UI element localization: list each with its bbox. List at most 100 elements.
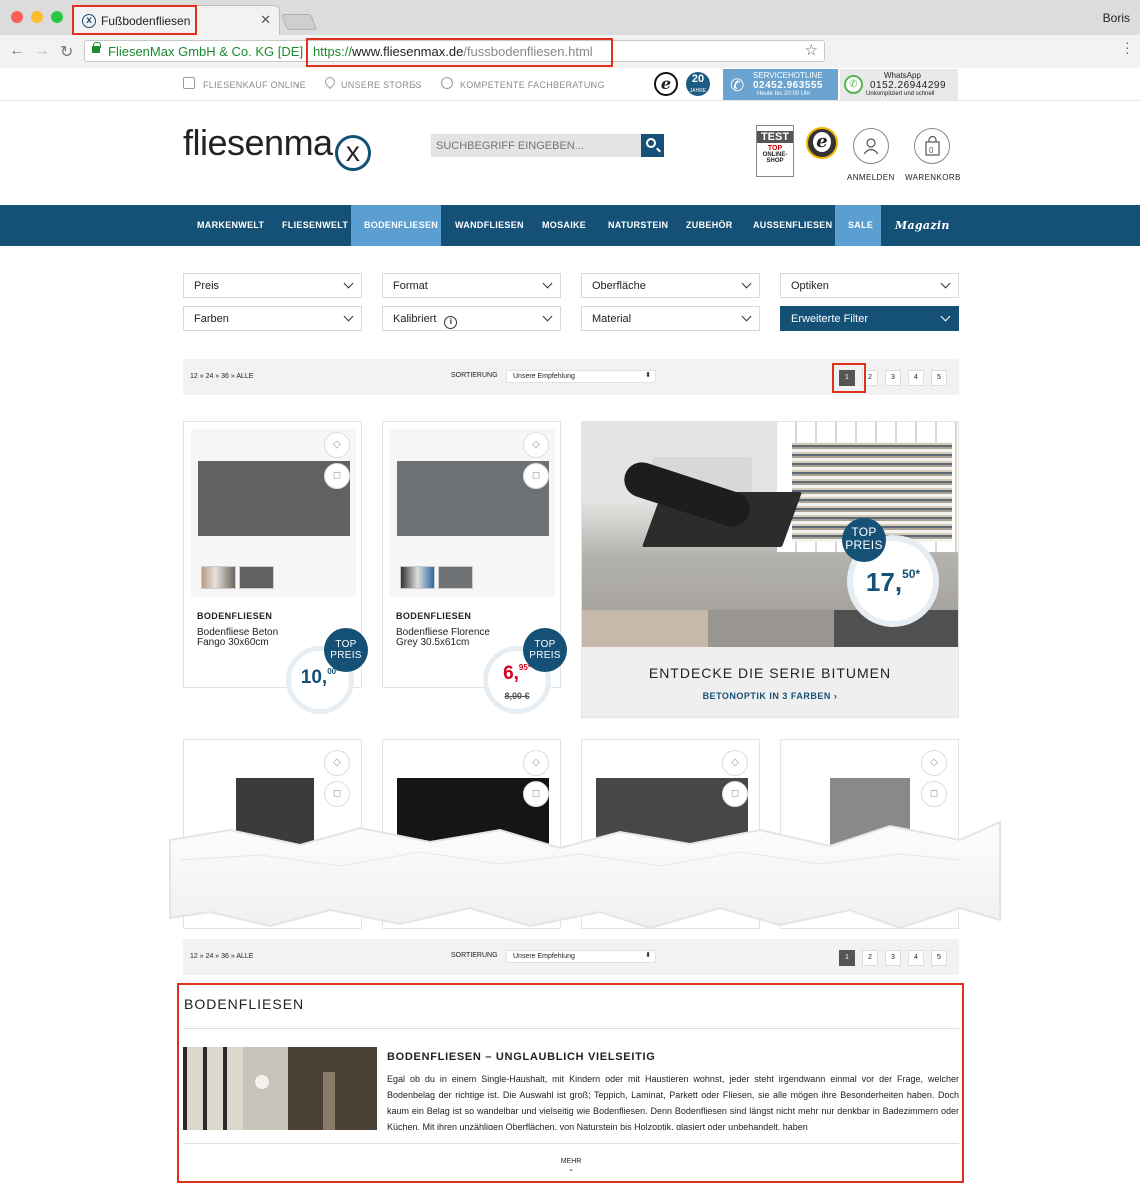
cart-button[interactable]: 0 <box>914 128 950 164</box>
product-card[interactable]: ◇ ◻ BODENFLIESEN Bodenfliese Beton Fango… <box>183 421 368 714</box>
maximize-window-button[interactable] <box>51 11 63 23</box>
filter-label: Preis <box>194 280 220 292</box>
info-icon[interactable]: i <box>444 316 458 329</box>
product-category: BODENFLIESEN <box>197 611 273 621</box>
sample-tag-icon[interactable]: ◇ <box>324 432 350 458</box>
lamp <box>255 1075 269 1089</box>
product-name[interactable]: Bodenfliese Beton Fango 30x60cm <box>197 628 297 648</box>
more-button[interactable]: MEHR ⌄ <box>551 1158 591 1173</box>
page-5[interactable]: 5 <box>931 370 947 386</box>
sample-tag-icon[interactable]: ◇ <box>324 750 350 776</box>
close-window-button[interactable] <box>11 11 23 23</box>
filter-oberflaeche[interactable]: Oberfläche <box>581 273 760 298</box>
filter-format[interactable]: Format <box>382 273 561 298</box>
thumbnail-tile[interactable] <box>239 566 274 589</box>
filter-preis[interactable]: Preis <box>183 273 362 298</box>
minimize-window-button[interactable] <box>31 11 43 23</box>
browser-tab[interactable]: x Fußbodenfliesen ✕ <box>72 5 280 35</box>
divider <box>183 1143 959 1144</box>
topbar-link-beratung[interactable]: KOMPETENTE FACHBERATUNG <box>460 80 605 90</box>
nav-wandfliesen[interactable]: WANDFLIESEN <box>455 205 524 246</box>
page-2[interactable]: 2 <box>862 950 878 966</box>
browser-user[interactable]: Boris <box>1103 11 1130 25</box>
nav-naturstein[interactable]: NATURSTEIN <box>608 205 668 246</box>
nav-mosaike[interactable]: MOSAIKE <box>542 205 586 246</box>
sort-select[interactable]: Unsere Empfehlung ⬍ <box>506 950 656 963</box>
promo-bitumen[interactable]: 17,50* TOP PREIS ENTDECKE DIE SERIE BITU… <box>581 421 959 718</box>
chevron-down-icon <box>741 278 752 289</box>
filter-label: Farben <box>194 313 229 325</box>
sort-value: Unsere Empfehlung <box>513 953 575 960</box>
promo-subtitle-text: BETONOPTIK IN 3 FARBEN <box>702 691 831 701</box>
promo-subtitle[interactable]: BETONOPTIK IN 3 FARBEN › <box>582 691 958 701</box>
sample-tag-icon[interactable]: ◇ <box>523 750 549 776</box>
topbar-link-stores[interactable]: UNSERE STORES <box>341 80 422 90</box>
nav-bodenfliesen[interactable]: BODENFLIESEN <box>351 205 441 246</box>
service-hotline[interactable]: ✆ SERVICEHOTLINE 02452.963555 Heute bis … <box>723 69 838 100</box>
thumbnail-room[interactable] <box>201 566 236 589</box>
search-button[interactable] <box>641 134 664 157</box>
nav-aussenfliesen[interactable]: AUSSENFLIESEN <box>753 205 832 246</box>
sample-tag-icon[interactable]: ◇ <box>523 432 549 458</box>
chevron-right-icon: › <box>413 80 417 90</box>
page-1[interactable]: 1 <box>839 370 855 386</box>
chevron-down-icon <box>542 311 553 322</box>
login-label[interactable]: ANMELDEN <box>847 173 895 182</box>
menu-kebab-icon[interactable]: · · · <box>1125 35 1131 59</box>
seo-image <box>183 1047 377 1130</box>
page-5[interactable]: 5 <box>931 950 947 966</box>
filter-kalibriert[interactable]: Kalibriert i <box>382 306 561 331</box>
promo-title[interactable]: ENTDECKE DIE SERIE BITUMEN <box>582 665 958 681</box>
sample-tag-icon[interactable]: ◇ <box>722 750 748 776</box>
cart-label[interactable]: WARENKORB <box>905 173 961 182</box>
filter-optiken[interactable]: Optiken <box>780 273 959 298</box>
thumbnail-room[interactable] <box>400 566 435 589</box>
close-tab-icon[interactable]: ✕ <box>260 12 271 28</box>
test-seal-label: TEST <box>757 131 793 143</box>
logo-x-icon: x <box>334 135 371 171</box>
page-3[interactable]: 3 <box>885 370 901 386</box>
sample-tag-icon[interactable]: ◇ <box>921 750 947 776</box>
filter-erweitert[interactable]: Erweiterte Filter <box>780 306 959 331</box>
page-2[interactable]: 2 <box>862 370 878 386</box>
topbar-link-online[interactable]: FLIESENKAUF ONLINE <box>203 80 306 90</box>
bookmark-star-icon[interactable]: ☆ <box>805 41 818 59</box>
login-button[interactable] <box>853 128 889 164</box>
page-4[interactable]: 4 <box>908 950 924 966</box>
nav-markenwelt[interactable]: MARKENWELT <box>197 205 264 246</box>
new-tab-button[interactable] <box>281 14 317 30</box>
page-1[interactable]: 1 <box>839 950 855 966</box>
per-page-selector[interactable]: 12 » 24 » 36 » ALLE <box>190 373 253 380</box>
per-page-selector[interactable]: 12 » 24 » 36 » ALLE <box>190 953 253 960</box>
add-to-cart-icon[interactable]: ◻ <box>324 463 350 489</box>
seo-title: BODENFLIESEN <box>184 996 305 1012</box>
whatsapp-contact[interactable]: ✆ WhatsApp 0152.26944299 Unkompliziert u… <box>840 69 958 100</box>
whatsapp-icon: ✆ <box>844 75 863 94</box>
test-seal: TEST TOP ONLINE-SHOP <box>756 125 794 177</box>
page-3[interactable]: 3 <box>885 950 901 966</box>
reload-icon[interactable]: ↻ <box>60 42 73 62</box>
nav-magazin[interactable]: Magazin <box>895 205 950 246</box>
trusted-shops-seal[interactable]: e <box>806 127 838 159</box>
filter-farben[interactable]: Farben <box>183 306 362 331</box>
back-arrow-icon[interactable]: ← <box>9 42 25 60</box>
filter-label: Optiken <box>791 280 829 292</box>
nav-zubehoer[interactable]: ZUBEHÖR <box>686 205 733 246</box>
promo-image[interactable]: 17,50* TOP PREIS <box>582 422 958 647</box>
location-pin-icon <box>322 74 338 90</box>
search-input[interactable] <box>431 134 641 157</box>
thumbnail-tile[interactable] <box>438 566 473 589</box>
product-card[interactable]: ◇ ◻ BODENFLIESEN Bodenfliese Florence Gr… <box>382 421 567 714</box>
site-logo[interactable]: fliesenma x <box>183 122 371 171</box>
nav-fliesenwelt[interactable]: FLIESENWELT <box>282 205 348 246</box>
add-to-cart-icon[interactable]: ◻ <box>523 463 549 489</box>
forward-arrow-icon[interactable]: → <box>34 42 50 60</box>
page-4[interactable]: 4 <box>908 370 924 386</box>
price-dec: 50* <box>902 567 921 581</box>
trusted-e-icon[interactable]: e <box>654 72 678 96</box>
nav-sale[interactable]: SALE <box>835 205 881 246</box>
address-bar[interactable]: FliesenMax GmbH & Co. KG [DE] https://ww… <box>84 40 825 62</box>
product-name[interactable]: Bodenfliese Florence Grey 30.5x61cm <box>396 628 496 648</box>
sort-select[interactable]: Unsere Empfehlung ⬍ <box>506 370 656 383</box>
filter-material[interactable]: Material <box>581 306 760 331</box>
